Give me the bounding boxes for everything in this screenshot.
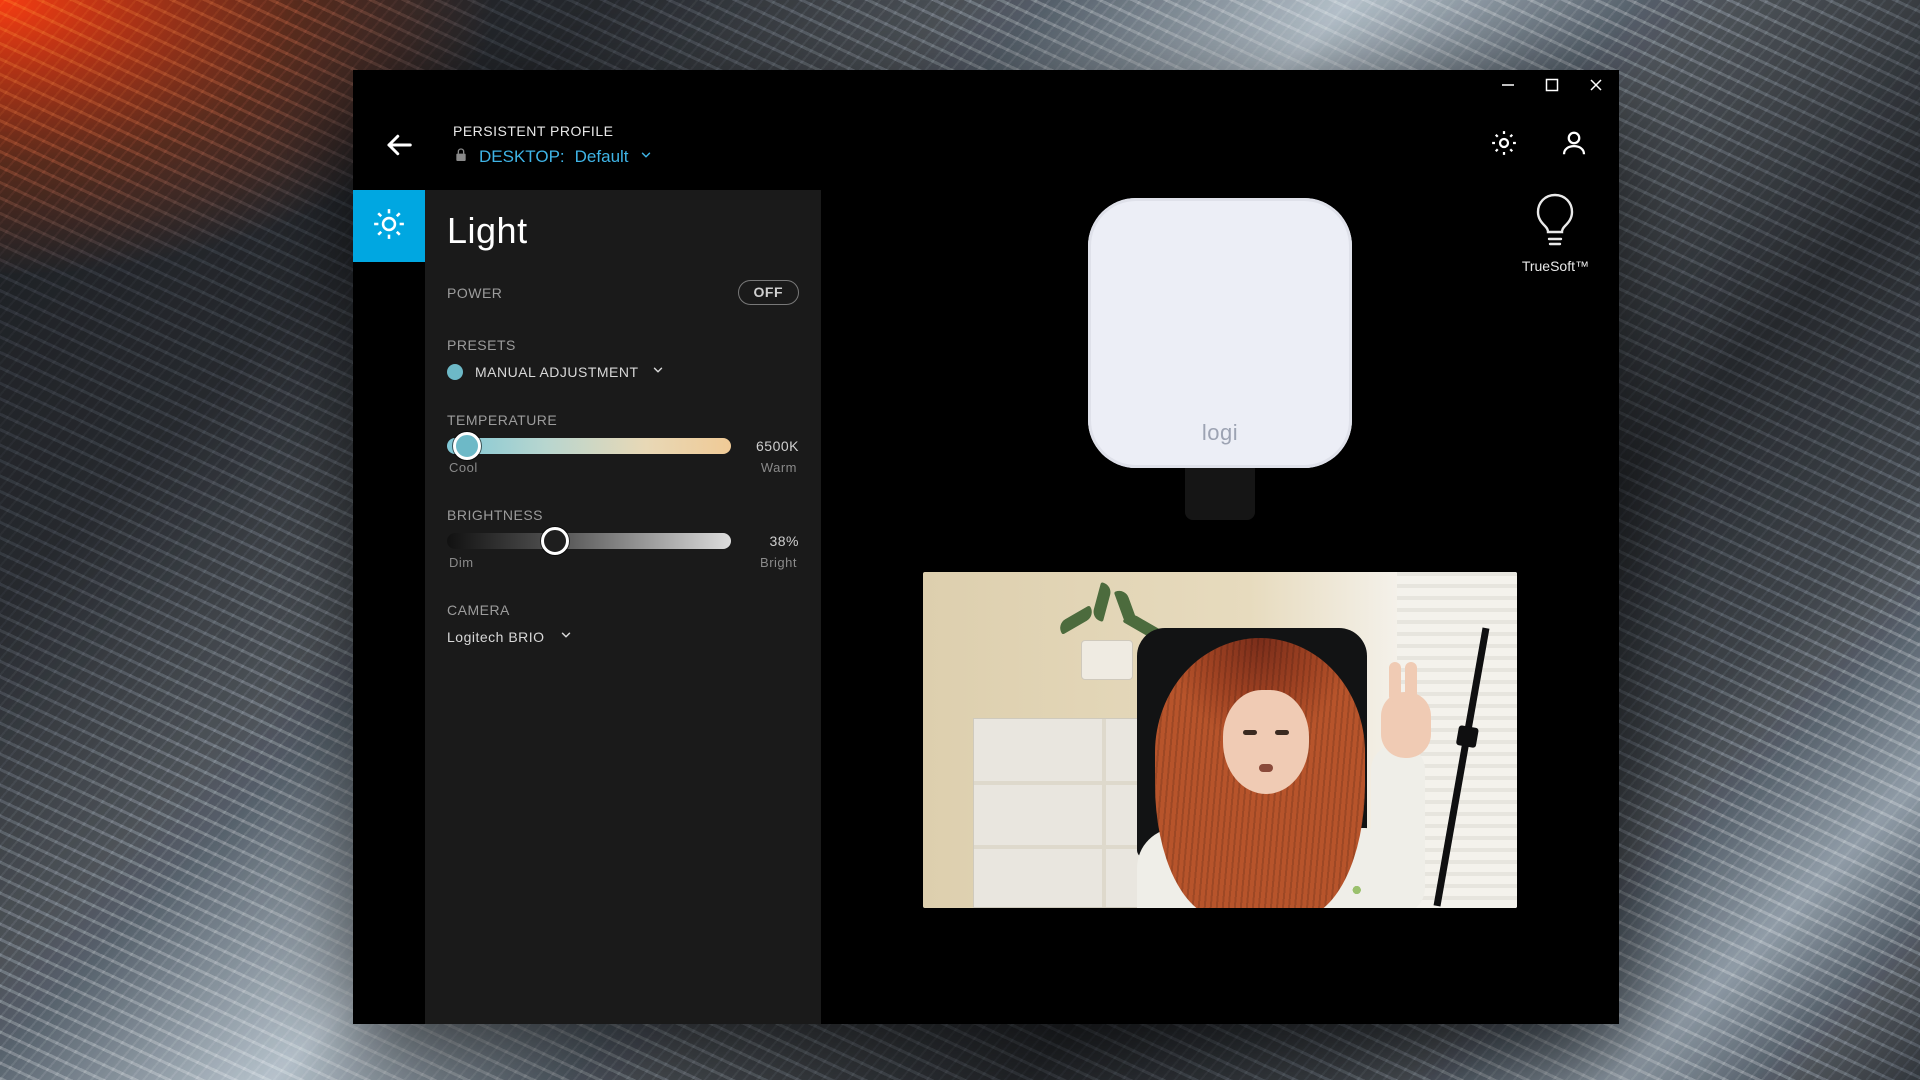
profile-selector[interactable]: DESKTOP: Default — [453, 147, 653, 168]
temperature-min-label: Cool — [449, 460, 478, 475]
chevron-down-icon — [559, 628, 573, 645]
presets-section: PRESETS MANUAL ADJUSTMENT — [447, 337, 799, 380]
lock-icon — [453, 147, 469, 168]
temperature-slider-thumb[interactable] — [453, 432, 481, 460]
webcam-preview — [923, 572, 1517, 908]
temperature-label: TEMPERATURE — [447, 412, 799, 428]
settings-button[interactable] — [1489, 128, 1519, 158]
header-actions — [1489, 128, 1589, 158]
truesoft-label: TrueSoft™ — [1522, 258, 1589, 274]
brightness-label: BRIGHTNESS — [447, 507, 799, 523]
power-toggle[interactable]: OFF — [738, 280, 800, 305]
maximize-button[interactable] — [1543, 76, 1561, 94]
presets-label: PRESETS — [447, 337, 799, 353]
back-button[interactable] — [379, 125, 419, 165]
chevron-down-icon — [651, 363, 665, 380]
persistent-profile-label: PERSISTENT PROFILE — [453, 123, 653, 139]
panel-title: Light — [447, 210, 799, 252]
app-body: Light POWER OFF PRESETS MANUAL ADJUSTMEN… — [353, 190, 1619, 1024]
close-button[interactable] — [1587, 76, 1605, 94]
brightness-slider[interactable] — [447, 533, 731, 549]
power-row: POWER OFF — [447, 280, 799, 305]
preset-selected: MANUAL ADJUSTMENT — [475, 364, 639, 380]
desktop-label: DESKTOP: — [479, 147, 565, 167]
preset-color-swatch — [447, 364, 463, 380]
camera-selector[interactable]: Logitech BRIO — [447, 628, 799, 645]
main-area: TrueSoft™ logi — [821, 190, 1619, 1024]
profile-name: Default — [575, 147, 629, 167]
temperature-slider[interactable] — [447, 438, 731, 454]
device-image: logi — [1088, 198, 1352, 520]
temperature-value: 6500K — [745, 438, 799, 454]
temperature-section: TEMPERATURE 6500K Cool Warm — [447, 412, 799, 475]
brightness-section: BRIGHTNESS 38% Dim Bright — [447, 507, 799, 570]
light-tab[interactable] — [353, 190, 425, 262]
app-window: PERSISTENT PROFILE DESKTOP: Default — [353, 70, 1619, 1024]
light-panel-face: logi — [1088, 198, 1352, 468]
brightness-min-label: Dim — [449, 555, 474, 570]
power-toggle-value: OFF — [754, 284, 784, 300]
profile-block: PERSISTENT PROFILE DESKTOP: Default — [453, 123, 653, 168]
chevron-down-icon — [639, 147, 653, 167]
minimize-button[interactable] — [1499, 76, 1517, 94]
lightbulb-icon — [1532, 192, 1578, 252]
device-stand — [1185, 468, 1255, 520]
camera-section: CAMERA Logitech BRIO — [447, 602, 799, 645]
account-button[interactable] — [1559, 128, 1589, 158]
preset-selector[interactable]: MANUAL ADJUSTMENT — [447, 363, 799, 380]
header: PERSISTENT PROFILE DESKTOP: Default — [353, 100, 1619, 190]
brightness-icon — [372, 207, 406, 246]
camera-label: CAMERA — [447, 602, 799, 618]
camera-selected: Logitech BRIO — [447, 629, 545, 645]
temperature-max-label: Warm — [761, 460, 797, 475]
brightness-slider-thumb[interactable] — [541, 527, 569, 555]
window-titlebar — [353, 70, 1619, 100]
brightness-max-label: Bright — [760, 555, 797, 570]
side-rail — [353, 190, 425, 262]
brightness-value: 38% — [745, 533, 799, 549]
power-label: POWER — [447, 285, 502, 301]
settings-panel: Light POWER OFF PRESETS MANUAL ADJUSTMEN… — [425, 190, 821, 1024]
device-logo: logi — [1202, 420, 1238, 446]
truesoft-button[interactable]: TrueSoft™ — [1522, 192, 1589, 274]
